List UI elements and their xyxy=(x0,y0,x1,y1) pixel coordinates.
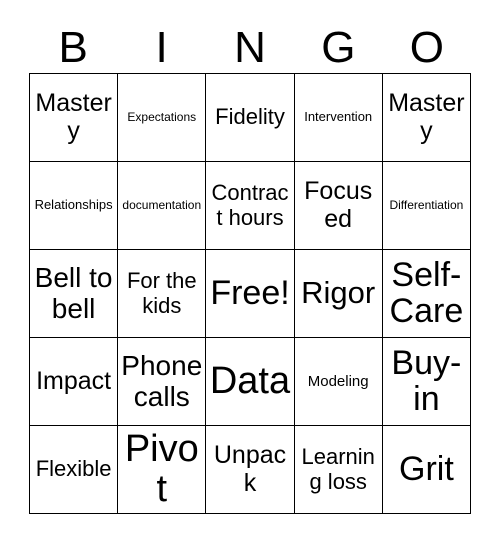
bingo-cell-label: Data xyxy=(209,359,291,402)
bingo-cell-r2c5[interactable]: Differentiation xyxy=(382,162,471,250)
bingo-cell-label: Self-Care xyxy=(389,255,464,330)
bingo-header-letter-n: N xyxy=(234,22,266,72)
bingo-cell-label: Differentiation xyxy=(389,197,464,212)
bingo-cell-r3c4[interactable]: Rigor xyxy=(294,250,383,338)
bingo-cell-r5c3[interactable]: Unpack xyxy=(206,426,295,514)
bingo-cell-label: Modeling xyxy=(307,372,369,390)
bingo-cell-r1c4[interactable]: Intervention xyxy=(294,74,383,162)
bingo-cell-label: Phone calls xyxy=(121,350,203,412)
bingo-cell-label: For the kids xyxy=(126,267,197,318)
bingo-cell-label: Flexible xyxy=(35,456,112,482)
bingo-cell-label: Rigor xyxy=(301,275,376,311)
bingo-cell-label: Bell to bell xyxy=(34,262,113,324)
bingo-cell-r5c1[interactable]: Flexible xyxy=(30,426,119,514)
bingo-cell-label: Expectations xyxy=(127,109,197,124)
bingo-grid: Mastery Expectations Fidelity Intervention M… xyxy=(29,73,471,514)
bingo-cell-r4c4[interactable]: Modeling xyxy=(294,338,383,426)
bingo-cell-label: documentation xyxy=(122,197,202,212)
bingo-cell-r4c1[interactable]: Impact xyxy=(30,338,119,426)
bingo-cell-r4c2[interactable]: Phone calls xyxy=(118,338,207,426)
bingo-cell-label: Impact xyxy=(36,366,112,395)
bingo-card: B I N G O Mastery Expectations Fidelity Interve… xyxy=(0,0,500,544)
bingo-cell-label: Grit xyxy=(399,449,454,488)
bingo-cell-r5c4[interactable]: Learning loss xyxy=(294,426,383,514)
bingo-cell-r2c3[interactable]: Contract hours xyxy=(206,162,295,250)
bingo-cell-r1c2[interactable]: Expectations xyxy=(118,74,207,162)
bingo-cell-r2c4[interactable]: Focused xyxy=(294,162,383,250)
bingo-cell-r3c3[interactable]: Free! xyxy=(206,250,295,338)
bingo-cell-label: Buy-in xyxy=(391,343,462,418)
bingo-cell-r3c5[interactable]: Self-Care xyxy=(382,250,471,338)
bingo-cell-label: Fidelity xyxy=(215,104,285,130)
bingo-cell-label: Mastery xyxy=(388,89,465,145)
bingo-cell-label: Free! xyxy=(210,273,290,312)
bingo-cell-label: Unpack xyxy=(213,441,287,497)
bingo-cell-r3c1[interactable]: Bell to bell xyxy=(30,250,119,338)
bingo-cell-r5c2[interactable]: Pivot xyxy=(118,426,207,514)
bingo-cell-r4c3[interactable]: Data xyxy=(206,338,295,426)
bingo-cell-label: Intervention xyxy=(304,109,373,125)
bingo-cell-label: Pivot xyxy=(124,427,199,510)
bingo-cell-label: Focused xyxy=(304,177,373,233)
bingo-cell-r2c2[interactable]: documentation xyxy=(118,162,207,250)
bingo-cell-r3c2[interactable]: For the kids xyxy=(118,250,207,338)
bingo-cell-r2c1[interactable]: Relationships xyxy=(30,162,119,250)
bingo-cell-label: Mastery xyxy=(35,89,112,145)
bingo-header: BINGO xyxy=(29,22,471,73)
bingo-cell-r1c3[interactable]: Fidelity xyxy=(206,74,295,162)
bingo-cell-label: Learning loss xyxy=(301,443,375,494)
bingo-header-letter-o: O xyxy=(409,22,444,72)
bingo-cell-r5c5[interactable]: Grit xyxy=(382,426,471,514)
bingo-cell-r1c1[interactable]: Mastery xyxy=(30,74,119,162)
bingo-header-letter-b: B xyxy=(58,22,88,72)
bingo-cell-label: Relationships xyxy=(34,197,113,213)
bingo-cell-r4c5[interactable]: Buy-in xyxy=(382,338,471,426)
bingo-cell-r1c5[interactable]: Mastery xyxy=(382,74,471,162)
bingo-cell-label: Contract hours xyxy=(211,179,289,230)
bingo-header-letter-g: G xyxy=(321,22,356,72)
bingo-header-letter-i: I xyxy=(155,22,168,72)
